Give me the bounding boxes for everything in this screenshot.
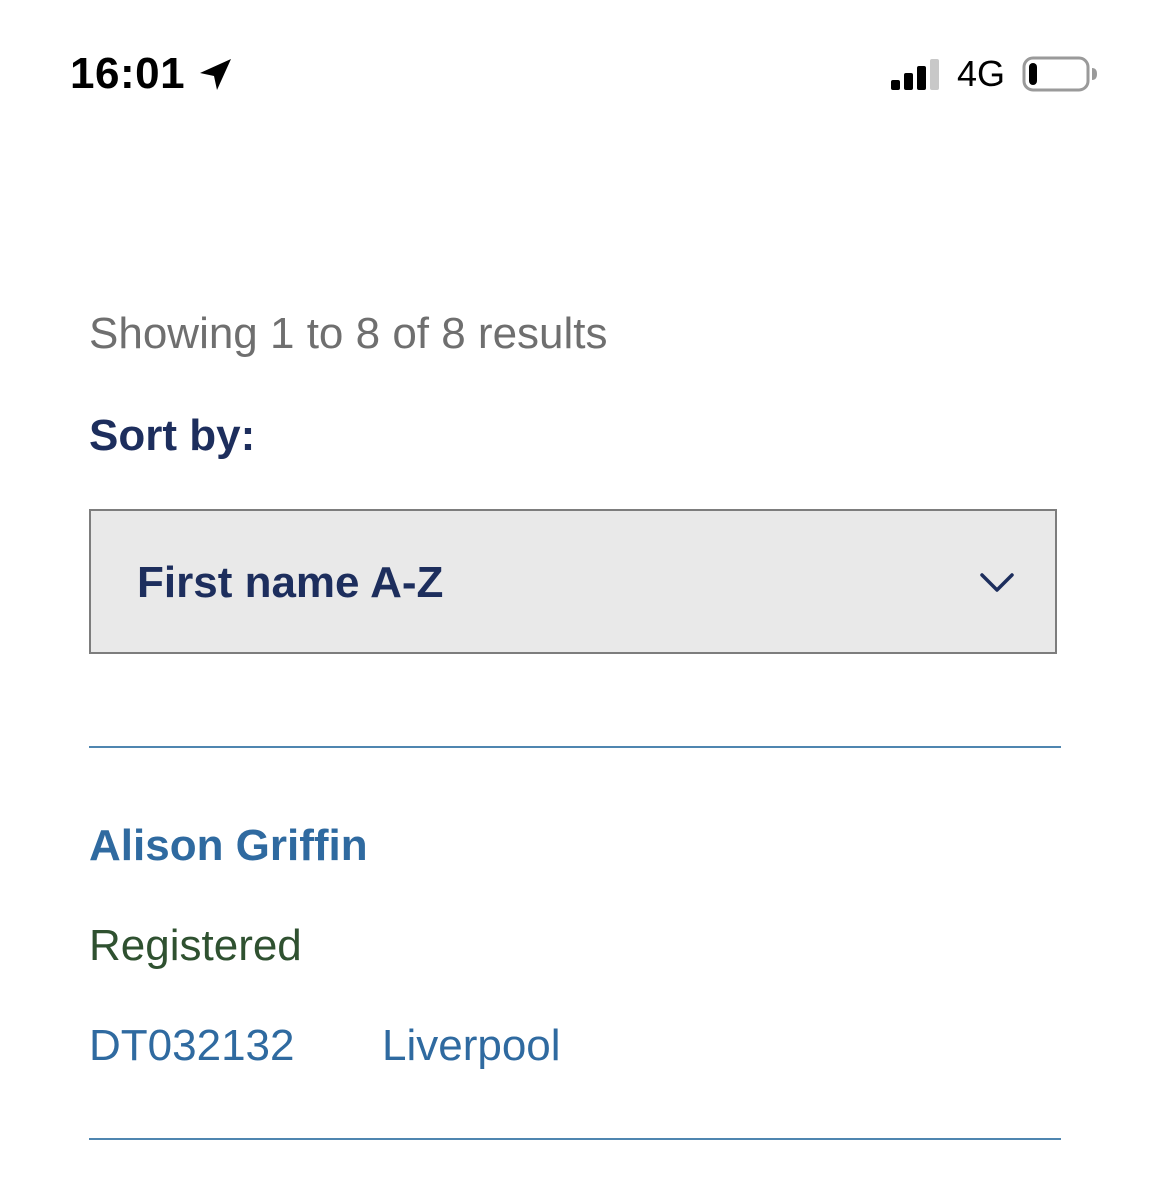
- chevron-down-icon: [980, 573, 1014, 592]
- status-time: 16:01: [70, 49, 186, 98]
- results-summary: Showing 1 to 8 of 8 results: [89, 309, 608, 358]
- sort-selected-value: First name A-Z: [137, 558, 444, 607]
- location-arrow-icon: [200, 59, 231, 90]
- signal-bar-1: [891, 80, 900, 90]
- cellular-signal-icon: [891, 59, 939, 90]
- status-bar: 16:01 4G: [0, 0, 1150, 150]
- result-id: DT032132: [89, 1021, 295, 1070]
- result-name-link[interactable]: Alison Griffin: [89, 818, 368, 874]
- network-type: 4G: [957, 53, 1006, 94]
- sort-label: Sort by:: [89, 411, 256, 460]
- result-location: Liverpool: [382, 1021, 561, 1070]
- result-divider-bottom: [89, 1138, 1061, 1140]
- result-divider-top: [89, 746, 1061, 748]
- result-status: Registered: [89, 921, 302, 970]
- battery-icon: [1022, 56, 1097, 92]
- sort-select[interactable]: First name A-Z: [89, 509, 1057, 654]
- battery-fill: [1029, 63, 1037, 85]
- signal-bar-3: [917, 66, 926, 90]
- signal-bar-2: [904, 73, 913, 90]
- signal-bar-4: [930, 59, 939, 90]
